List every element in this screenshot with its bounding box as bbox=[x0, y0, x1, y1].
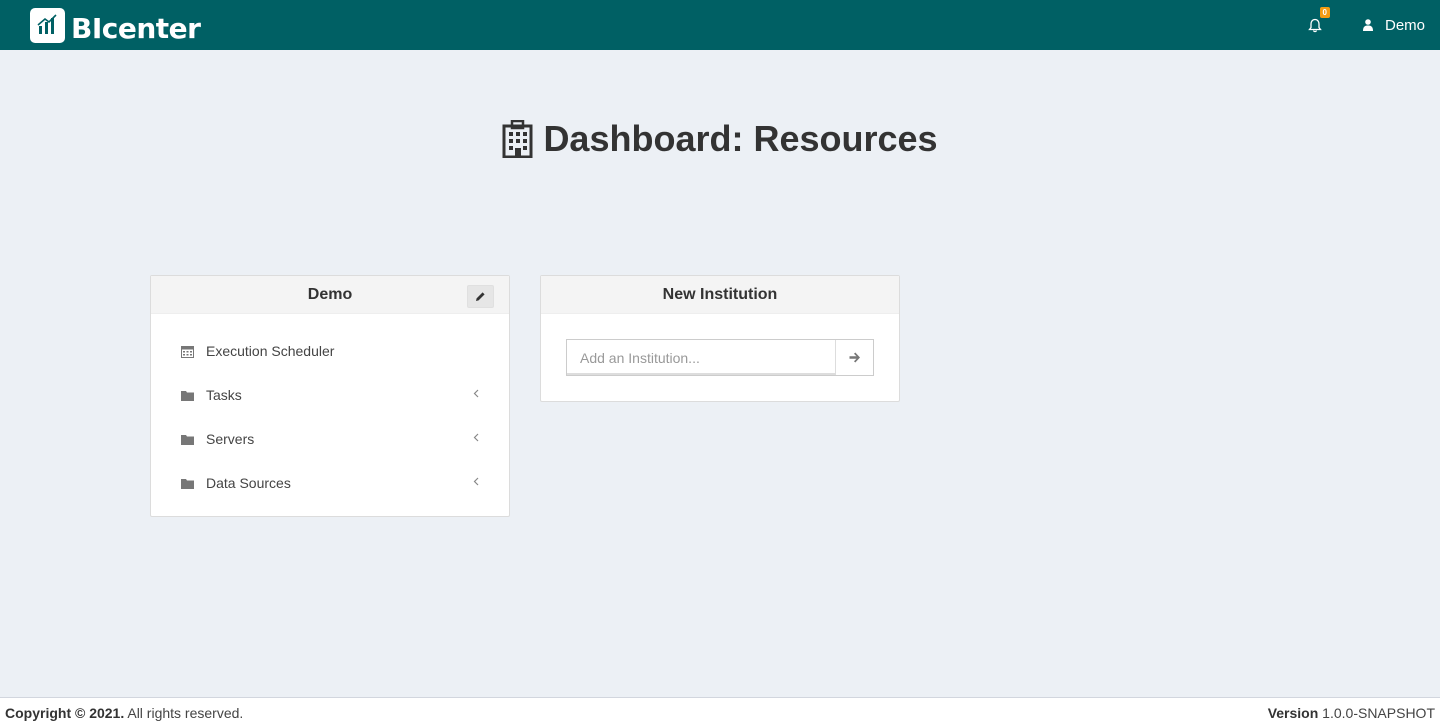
menu-item-label: Servers bbox=[206, 431, 255, 447]
folder-icon bbox=[181, 434, 195, 445]
user-name: Demo bbox=[1384, 16, 1425, 34]
top-navbar: BIcenter 0 Demo bbox=[0, 0, 1440, 50]
chevron-left-icon bbox=[473, 473, 479, 489]
version-info: Version 1.0.0-SNAPSHOT bbox=[1267, 705, 1435, 721]
menu-item-tasks[interactable]: Tasks bbox=[181, 373, 479, 417]
notification-count-badge: 0 bbox=[1319, 7, 1330, 18]
page-heading: Dashboard: Resources bbox=[543, 118, 938, 159]
folder-icon bbox=[181, 478, 195, 489]
bell-icon bbox=[1308, 18, 1322, 32]
new-institution-card: New Institution bbox=[540, 275, 900, 402]
notifications-button[interactable]: 0 bbox=[1305, 7, 1330, 35]
menu-item-servers[interactable]: Servers bbox=[181, 417, 479, 461]
menu-item-label: Execution Scheduler bbox=[206, 343, 335, 359]
calendar-icon bbox=[181, 345, 195, 358]
folder-icon bbox=[181, 390, 195, 401]
institution-card-header: Demo bbox=[151, 276, 509, 314]
institution-name: Demo bbox=[307, 285, 353, 303]
footer: Copyright © 2021. All rights reserved. V… bbox=[0, 697, 1440, 728]
arrow-right-icon bbox=[849, 352, 860, 363]
chevron-left-icon bbox=[473, 385, 479, 401]
institution-card: Demo Execution Scheduler Tasks Servers D… bbox=[150, 275, 510, 517]
user-icon bbox=[1362, 19, 1373, 31]
institution-name-input[interactable] bbox=[567, 340, 836, 375]
chevron-left-icon bbox=[473, 429, 479, 445]
add-institution-button[interactable] bbox=[836, 340, 873, 375]
new-institution-input-group bbox=[566, 339, 874, 376]
new-institution-card-header: New Institution bbox=[541, 276, 899, 314]
menu-item-data-sources[interactable]: Data Sources bbox=[181, 461, 479, 505]
edit-institution-button[interactable] bbox=[467, 285, 494, 308]
logo-icon bbox=[30, 7, 65, 43]
brand-link[interactable]: BIcenter bbox=[30, 0, 201, 50]
institution-menu: Execution Scheduler Tasks Servers Data S… bbox=[151, 314, 509, 516]
pencil-icon bbox=[476, 292, 485, 301]
menu-item-label: Tasks bbox=[206, 387, 242, 403]
page-title: Dashboard: Resources bbox=[0, 118, 1440, 160]
copyright: Copyright © 2021. All rights reserved. bbox=[5, 705, 244, 721]
user-menu[interactable]: Demo bbox=[1362, 16, 1425, 34]
menu-item-execution-scheduler[interactable]: Execution Scheduler bbox=[181, 329, 479, 373]
brand-name: BIcenter bbox=[71, 11, 201, 45]
menu-item-label: Data Sources bbox=[206, 475, 291, 491]
building-icon bbox=[502, 120, 533, 158]
new-institution-title: New Institution bbox=[662, 285, 778, 303]
